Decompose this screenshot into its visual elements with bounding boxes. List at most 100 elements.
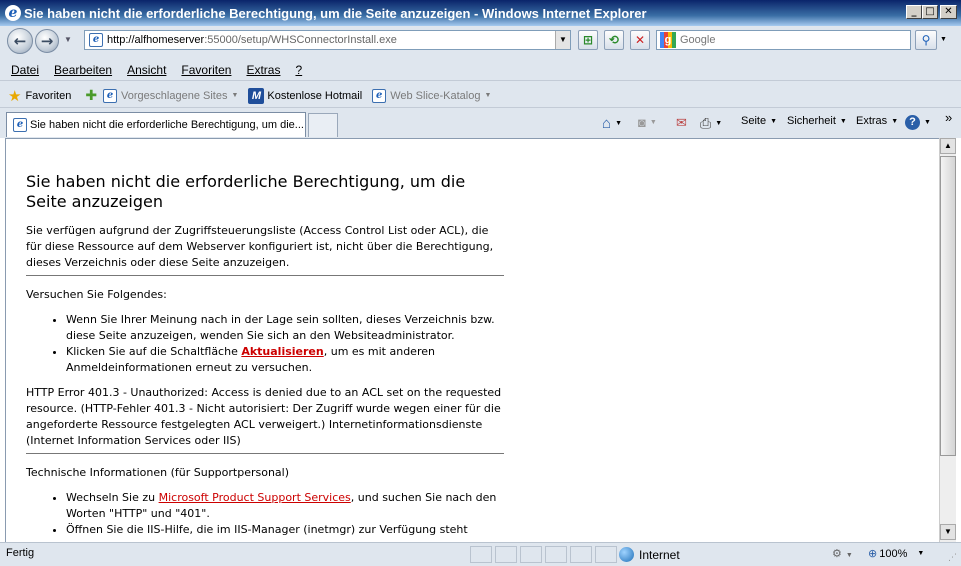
suggested-sites-link[interactable]: e Vorgeschlagene Sites ▼ bbox=[103, 88, 239, 103]
list-item: Wenn Sie Ihrer Meinung nach in der Lage … bbox=[66, 312, 504, 344]
status-segment bbox=[495, 546, 517, 563]
favorites-star-icon: ★ bbox=[8, 87, 22, 105]
status-bar: Fertig Internet ⚙ ▼ ⊕ 100% ▼ ⋰ bbox=[0, 542, 961, 566]
menu-bar: Datei Bearbeiten Ansicht Favoriten Extra… bbox=[0, 59, 961, 81]
new-tab-button[interactable] bbox=[308, 113, 338, 137]
resize-grip-icon[interactable]: ⋰ bbox=[948, 552, 957, 563]
page-icon: e bbox=[89, 33, 103, 47]
zoom-button[interactable]: ⊕ 100% ▼ bbox=[868, 547, 925, 561]
scroll-down-icon[interactable]: ▼ bbox=[940, 524, 956, 540]
address-dropdown-icon[interactable]: ▼ bbox=[555, 31, 570, 49]
read-mail-button[interactable]: ✉ bbox=[676, 115, 687, 131]
error-text: HTTP Error 401.3 - Unauthorized: Access … bbox=[26, 386, 502, 447]
scroll-thumb[interactable] bbox=[940, 156, 956, 456]
chevron-down-icon: ▼ bbox=[715, 120, 723, 127]
rss-feed-icon: ◙ bbox=[638, 115, 646, 130]
favorites-button[interactable]: Favoriten bbox=[25, 90, 71, 102]
scroll-up-icon[interactable]: ▲ bbox=[940, 138, 956, 154]
safety-menu-button[interactable]: Sicherheit ▼ bbox=[787, 115, 847, 127]
menu-help[interactable]: ? bbox=[295, 63, 302, 77]
status-segment bbox=[470, 546, 492, 563]
tab-current[interactable]: e Sie haben nicht die erforderliche Bere… bbox=[6, 112, 306, 137]
search-options-dropdown-icon[interactable]: ▼ bbox=[940, 36, 947, 43]
status-text: Fertig bbox=[6, 547, 35, 559]
print-button[interactable]: ⎙ ▼ bbox=[700, 115, 722, 132]
add-to-favorites-bar-icon[interactable]: ✚ bbox=[85, 87, 97, 104]
error-page: Sie haben nicht die erforderliche Berech… bbox=[26, 172, 504, 542]
home-button[interactable]: ⌂ ▼ bbox=[602, 115, 622, 132]
hotmail-link[interactable]: M Kostenlose Hotmail bbox=[248, 87, 362, 104]
tab-label: Sie haben nicht die erforderliche Berech… bbox=[30, 119, 304, 131]
status-segment bbox=[545, 546, 567, 563]
search-box[interactable]: g Google bbox=[656, 30, 911, 50]
printer-icon: ⎙ bbox=[700, 115, 712, 131]
chevron-down-icon: ▼ bbox=[845, 552, 853, 559]
zoom-icon: ⊕ bbox=[868, 548, 878, 560]
status-segment bbox=[570, 546, 592, 563]
close-button[interactable]: ✕ bbox=[940, 5, 957, 19]
recent-pages-dropdown-icon[interactable]: ▼ bbox=[64, 35, 72, 44]
chevron-down-icon: ▼ bbox=[917, 550, 925, 557]
tools-menu-button[interactable]: Extras ▼ bbox=[856, 115, 898, 127]
mail-icon: ✉ bbox=[676, 115, 687, 130]
ie-page-icon: e bbox=[13, 118, 27, 132]
status-segment bbox=[595, 546, 617, 563]
help-menu-button[interactable]: ? ▼ bbox=[905, 115, 931, 130]
help-icon: ? bbox=[905, 115, 920, 130]
support-link[interactable]: Microsoft Product Support Services bbox=[159, 491, 351, 504]
window-title: Sie haben nicht die erforderliche Berech… bbox=[24, 5, 647, 21]
intro-text: Sie verfügen aufgrund der Zugriffsteueru… bbox=[26, 224, 494, 269]
back-button[interactable]: ← bbox=[7, 28, 33, 54]
ie-logo-icon: e bbox=[5, 5, 21, 21]
tech-heading: Technische Informationen (für Supportper… bbox=[26, 466, 290, 479]
zoom-level: 100% bbox=[879, 547, 908, 560]
search-icon[interactable]: ⚲ bbox=[915, 30, 937, 50]
page-content[interactable]: Sie haben nicht die erforderliche Berech… bbox=[5, 138, 939, 542]
security-zone[interactable]: Internet bbox=[619, 547, 680, 562]
feeds-button[interactable]: ◙ ▼ bbox=[638, 115, 657, 130]
chevron-down-icon: ▼ bbox=[231, 92, 239, 99]
address-url[interactable]: http://alfhomeserver:55000/setup/WHSConn… bbox=[107, 34, 397, 46]
google-logo-icon: g bbox=[660, 32, 676, 48]
web-slice-gallery-link[interactable]: e Web Slice-Katalog ▼ bbox=[372, 88, 492, 103]
window-title-bar[interactable]: e Sie haben nicht die erforderliche Bere… bbox=[0, 0, 961, 26]
protected-mode-button[interactable]: ⚙ ▼ bbox=[832, 547, 853, 560]
refresh-icon[interactable]: ⟲ bbox=[604, 30, 624, 50]
list-item: Klicken Sie auf die Schaltfläche Aktuali… bbox=[66, 344, 504, 376]
tech-list: Wechseln Sie zu Microsoft Product Suppor… bbox=[66, 490, 504, 538]
globe-icon bbox=[619, 547, 634, 562]
menu-ansicht[interactable]: Ansicht bbox=[127, 63, 166, 77]
chevron-down-icon: ▼ bbox=[615, 120, 622, 127]
command-bar-overflow-button[interactable]: » bbox=[945, 110, 952, 125]
chevron-down-icon: ▼ bbox=[649, 119, 657, 126]
refresh-link[interactable]: Aktualisieren bbox=[241, 345, 323, 358]
forward-button[interactable]: → bbox=[35, 29, 59, 53]
menu-favoriten[interactable]: Favoriten bbox=[181, 63, 231, 77]
compatibility-view-icon[interactable]: ⊞ bbox=[578, 30, 598, 50]
stop-icon[interactable]: ✕ bbox=[630, 30, 650, 50]
vertical-scrollbar[interactable]: ▲ ▼ bbox=[939, 138, 956, 542]
menu-extras[interactable]: Extras bbox=[246, 63, 280, 77]
chevron-down-icon: ▼ bbox=[770, 117, 778, 125]
favorites-bar: ★ Favoriten ✚ e Vorgeschlagene Sites ▼ M … bbox=[0, 84, 961, 108]
chevron-down-icon: ▼ bbox=[891, 117, 899, 125]
home-icon: ⌂ bbox=[602, 115, 612, 132]
search-placeholder: Google bbox=[680, 34, 716, 46]
menu-bearbeiten[interactable]: Bearbeiten bbox=[54, 63, 112, 77]
menu-datei[interactable]: Datei bbox=[11, 63, 39, 77]
divider bbox=[26, 453, 504, 454]
ie-page-icon: e bbox=[372, 88, 387, 103]
page-menu-button[interactable]: Seite ▼ bbox=[741, 115, 777, 127]
try-heading: Versuchen Sie Folgendes: bbox=[26, 288, 167, 301]
chevron-down-icon: ▼ bbox=[924, 119, 931, 126]
chevron-down-icon: ▼ bbox=[484, 92, 492, 99]
divider bbox=[26, 275, 504, 276]
address-bar[interactable]: e http://alfhomeserver:55000/setup/WHSCo… bbox=[84, 30, 571, 50]
minimize-button[interactable]: _ bbox=[906, 5, 922, 19]
try-list: Wenn Sie Ihrer Meinung nach in der Lage … bbox=[66, 312, 504, 376]
msn-logo-icon: M bbox=[248, 87, 265, 104]
ie-page-icon: e bbox=[103, 88, 118, 103]
list-item: Öffnen Sie die IIS-Hilfe, die im IIS-Man… bbox=[66, 522, 504, 538]
maximize-button[interactable]: □ bbox=[922, 5, 938, 19]
zone-label: Internet bbox=[639, 547, 680, 562]
